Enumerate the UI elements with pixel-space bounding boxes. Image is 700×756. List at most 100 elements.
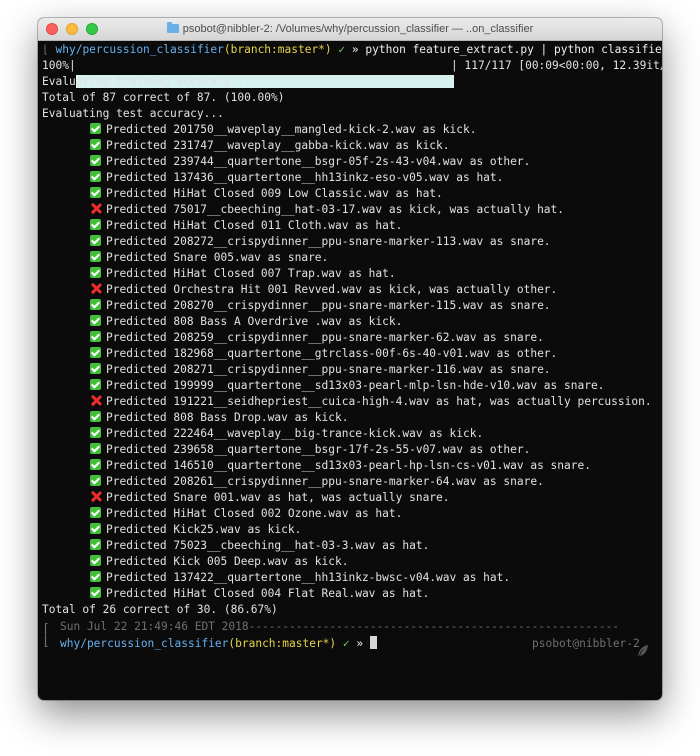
terminal-window: psobot@nibbler-2: /Volumes/why/percussio… bbox=[38, 18, 662, 700]
test-total-line: Total of 26 correct of 30. (86.67%) bbox=[42, 603, 278, 616]
result-text: Predicted 208259__crispydinner__ppu-snar… bbox=[106, 331, 544, 344]
result-line: Predicted 191221__seidhepriest__cuica-hi… bbox=[90, 394, 652, 410]
progress-stats: | 117/117 [00:09<00:00, 12.39it/s] bbox=[451, 59, 662, 72]
result-text: Predicted Kick25.wav as kick. bbox=[106, 523, 302, 536]
result-text: Predicted 208271__crispydinner__ppu-snar… bbox=[106, 363, 551, 376]
title-bar[interactable]: psobot@nibbler-2: /Volumes/why/percussio… bbox=[38, 18, 662, 41]
footer-host: psobot@nibbler-2 bbox=[532, 637, 640, 650]
check-mark-icon bbox=[90, 171, 101, 182]
result-line: Predicted 222464__waveplay__big-trance-k… bbox=[90, 426, 483, 442]
check-mark-icon bbox=[90, 155, 101, 166]
prompt-check: ✓ bbox=[338, 43, 346, 56]
check-mark-icon bbox=[90, 427, 101, 438]
result-line: Predicted 208271__crispydinner__ppu-snar… bbox=[90, 362, 551, 378]
footer-arrow: » bbox=[356, 637, 364, 650]
prompt-corner: ⌊ bbox=[42, 43, 49, 56]
result-line: Predicted 75023__cbeeching__hat-03-3.wav… bbox=[90, 538, 429, 554]
result-text: Predicted Kick 005 Deep.wav as kick. bbox=[106, 555, 349, 568]
folder-icon bbox=[166, 22, 179, 33]
result-line: Predicted 231747__waveplay__gabba-kick.w… bbox=[90, 138, 450, 154]
result-line: Predicted 808 Bass Drop.wav as kick. bbox=[90, 410, 348, 426]
check-mark-icon bbox=[90, 571, 101, 582]
check-mark-icon bbox=[90, 363, 101, 374]
result-text: Predicted 222464__waveplay__big-trance-k… bbox=[106, 427, 484, 440]
result-text: Predicted HiHat Closed 002 Ozone.wav as … bbox=[106, 507, 403, 520]
window-title: psobot@nibbler-2: /Volumes/why/percussio… bbox=[182, 23, 534, 35]
result-line: Predicted Orchestra Hit 001 Revved.wav a… bbox=[90, 282, 557, 298]
check-mark-icon bbox=[90, 411, 101, 422]
command-text: python feature_extract.py | python class… bbox=[365, 43, 662, 56]
result-text: Predicted 137436__quartertone__hh13inkz-… bbox=[106, 171, 504, 184]
result-text: Predicted 182968__quartertone__gtrclass-… bbox=[106, 347, 558, 360]
result-line: Predicted HiHat Closed 002 Ozone.wav as … bbox=[90, 506, 402, 522]
result-text: Predicted HiHat Closed 007 Trap.wav as h… bbox=[106, 267, 396, 280]
result-line: Predicted HiHat Closed 009 Low Classic.w… bbox=[90, 186, 443, 202]
result-text: Predicted 239744__quartertone__bsgr-05f-… bbox=[106, 155, 531, 168]
check-mark-icon bbox=[90, 219, 101, 230]
result-text: Predicted 137422__quartertone__hh13inkz-… bbox=[106, 571, 511, 584]
result-line: Predicted 75017__cbeeching__hat-03-17.wa… bbox=[90, 202, 564, 218]
check-mark-icon bbox=[90, 539, 101, 550]
footer-branch: (branch:master*) bbox=[228, 637, 337, 650]
check-mark-icon bbox=[90, 507, 101, 518]
result-text: Predicted 146510__quartertone__sd13x03-p… bbox=[106, 459, 591, 472]
result-line: Predicted 199999__quartertone__sd13x03-p… bbox=[90, 378, 604, 394]
result-text: Predicted 208270__crispydinner__ppu-snar… bbox=[106, 299, 551, 312]
result-line: Predicted HiHat Closed 007 Trap.wav as h… bbox=[90, 266, 396, 282]
footer-timestamp-line: Sun Jul 22 21:49:46 EDT 2018------------… bbox=[60, 619, 619, 635]
progress-line: 100%| bbox=[42, 58, 76, 74]
check-mark-icon bbox=[90, 379, 101, 390]
prompt-arrow: » bbox=[351, 43, 359, 56]
check-mark-icon bbox=[90, 523, 101, 534]
train-total-line: Total of 87 correct of 87. (100.00%) bbox=[42, 91, 285, 104]
cross-mark-icon bbox=[90, 395, 101, 406]
result-text: Predicted HiHat Closed 004 Flat Real.wav… bbox=[106, 587, 430, 600]
result-text: Predicted 239658__quartertone__bsgr-17f-… bbox=[106, 443, 531, 456]
result-line: Predicted Kick25.wav as kick. bbox=[90, 522, 301, 538]
result-line: Predicted 208261__crispydinner__ppu-snar… bbox=[90, 474, 544, 490]
check-mark-icon bbox=[90, 475, 101, 486]
result-line: Predicted Snare 005.wav as snare. bbox=[90, 250, 328, 266]
result-line: Predicted 208259__crispydinner__ppu-snar… bbox=[90, 330, 544, 346]
result-text: Predicted Orchestra Hit 001 Revved.wav a… bbox=[106, 283, 558, 296]
check-mark-icon bbox=[90, 555, 101, 566]
result-text: Predicted Snare 001.wav as hat, was actu… bbox=[106, 491, 450, 504]
result-text: Predicted Snare 005.wav as snare. bbox=[106, 251, 329, 264]
prompt-branch: (branch:master*) bbox=[223, 43, 332, 56]
test-eval-line: Evaluating test accuracy... bbox=[42, 107, 224, 120]
result-text: Predicted 201750__waveplay__mangled-kick… bbox=[106, 123, 477, 136]
prompt-path: why/percussion_classifier bbox=[55, 43, 224, 56]
footer-check: ✓ bbox=[342, 637, 350, 650]
cross-mark-icon bbox=[90, 203, 101, 214]
cross-mark-icon bbox=[90, 491, 101, 502]
result-line: Predicted 201750__waveplay__mangled-kick… bbox=[90, 122, 476, 138]
result-text: Predicted 191221__seidhepriest__cuica-hi… bbox=[106, 395, 652, 408]
check-mark-icon bbox=[90, 251, 101, 262]
progress-percent: 100%| bbox=[42, 59, 76, 72]
result-line: Predicted 137436__quartertone__hh13inkz-… bbox=[90, 170, 503, 186]
check-mark-icon bbox=[90, 267, 101, 278]
result-text: Predicted 808 Bass Drop.wav as kick. bbox=[106, 411, 349, 424]
check-mark-icon bbox=[90, 139, 101, 150]
terminal-content[interactable]: ⌊ why/percussion_classifier(branch:maste… bbox=[42, 41, 662, 700]
result-line: Predicted 137422__quartertone__hh13inkz-… bbox=[90, 570, 510, 586]
result-text: Predicted 199999__quartertone__sd13x03-p… bbox=[106, 379, 605, 392]
footer-rule: ----------------------------------------… bbox=[248, 620, 620, 633]
result-line: Predicted 182968__quartertone__gtrclass-… bbox=[90, 346, 557, 362]
result-text: Predicted HiHat Closed 011 Cloth.wav as … bbox=[106, 219, 403, 232]
result-line: Predicted 146510__quartertone__sd13x03-p… bbox=[90, 458, 591, 474]
result-line: Predicted 239658__quartertone__bsgr-17f-… bbox=[90, 442, 530, 458]
train-eval-line: Evaluating training accuracy... bbox=[42, 75, 251, 88]
result-line: Predicted 208270__crispydinner__ppu-snar… bbox=[90, 298, 551, 314]
check-mark-icon bbox=[90, 459, 101, 470]
check-mark-icon bbox=[90, 347, 101, 358]
check-mark-icon bbox=[90, 443, 101, 454]
check-mark-icon bbox=[90, 299, 101, 310]
check-mark-icon bbox=[90, 123, 101, 134]
cross-mark-icon bbox=[90, 283, 101, 294]
footer-path: why/percussion_classifier bbox=[60, 637, 229, 650]
result-text: Predicted 208272__crispydinner__ppu-snar… bbox=[106, 235, 551, 248]
check-mark-icon bbox=[90, 187, 101, 198]
result-line: Predicted Snare 001.wav as hat, was actu… bbox=[90, 490, 450, 506]
feather-icon bbox=[638, 645, 648, 656]
